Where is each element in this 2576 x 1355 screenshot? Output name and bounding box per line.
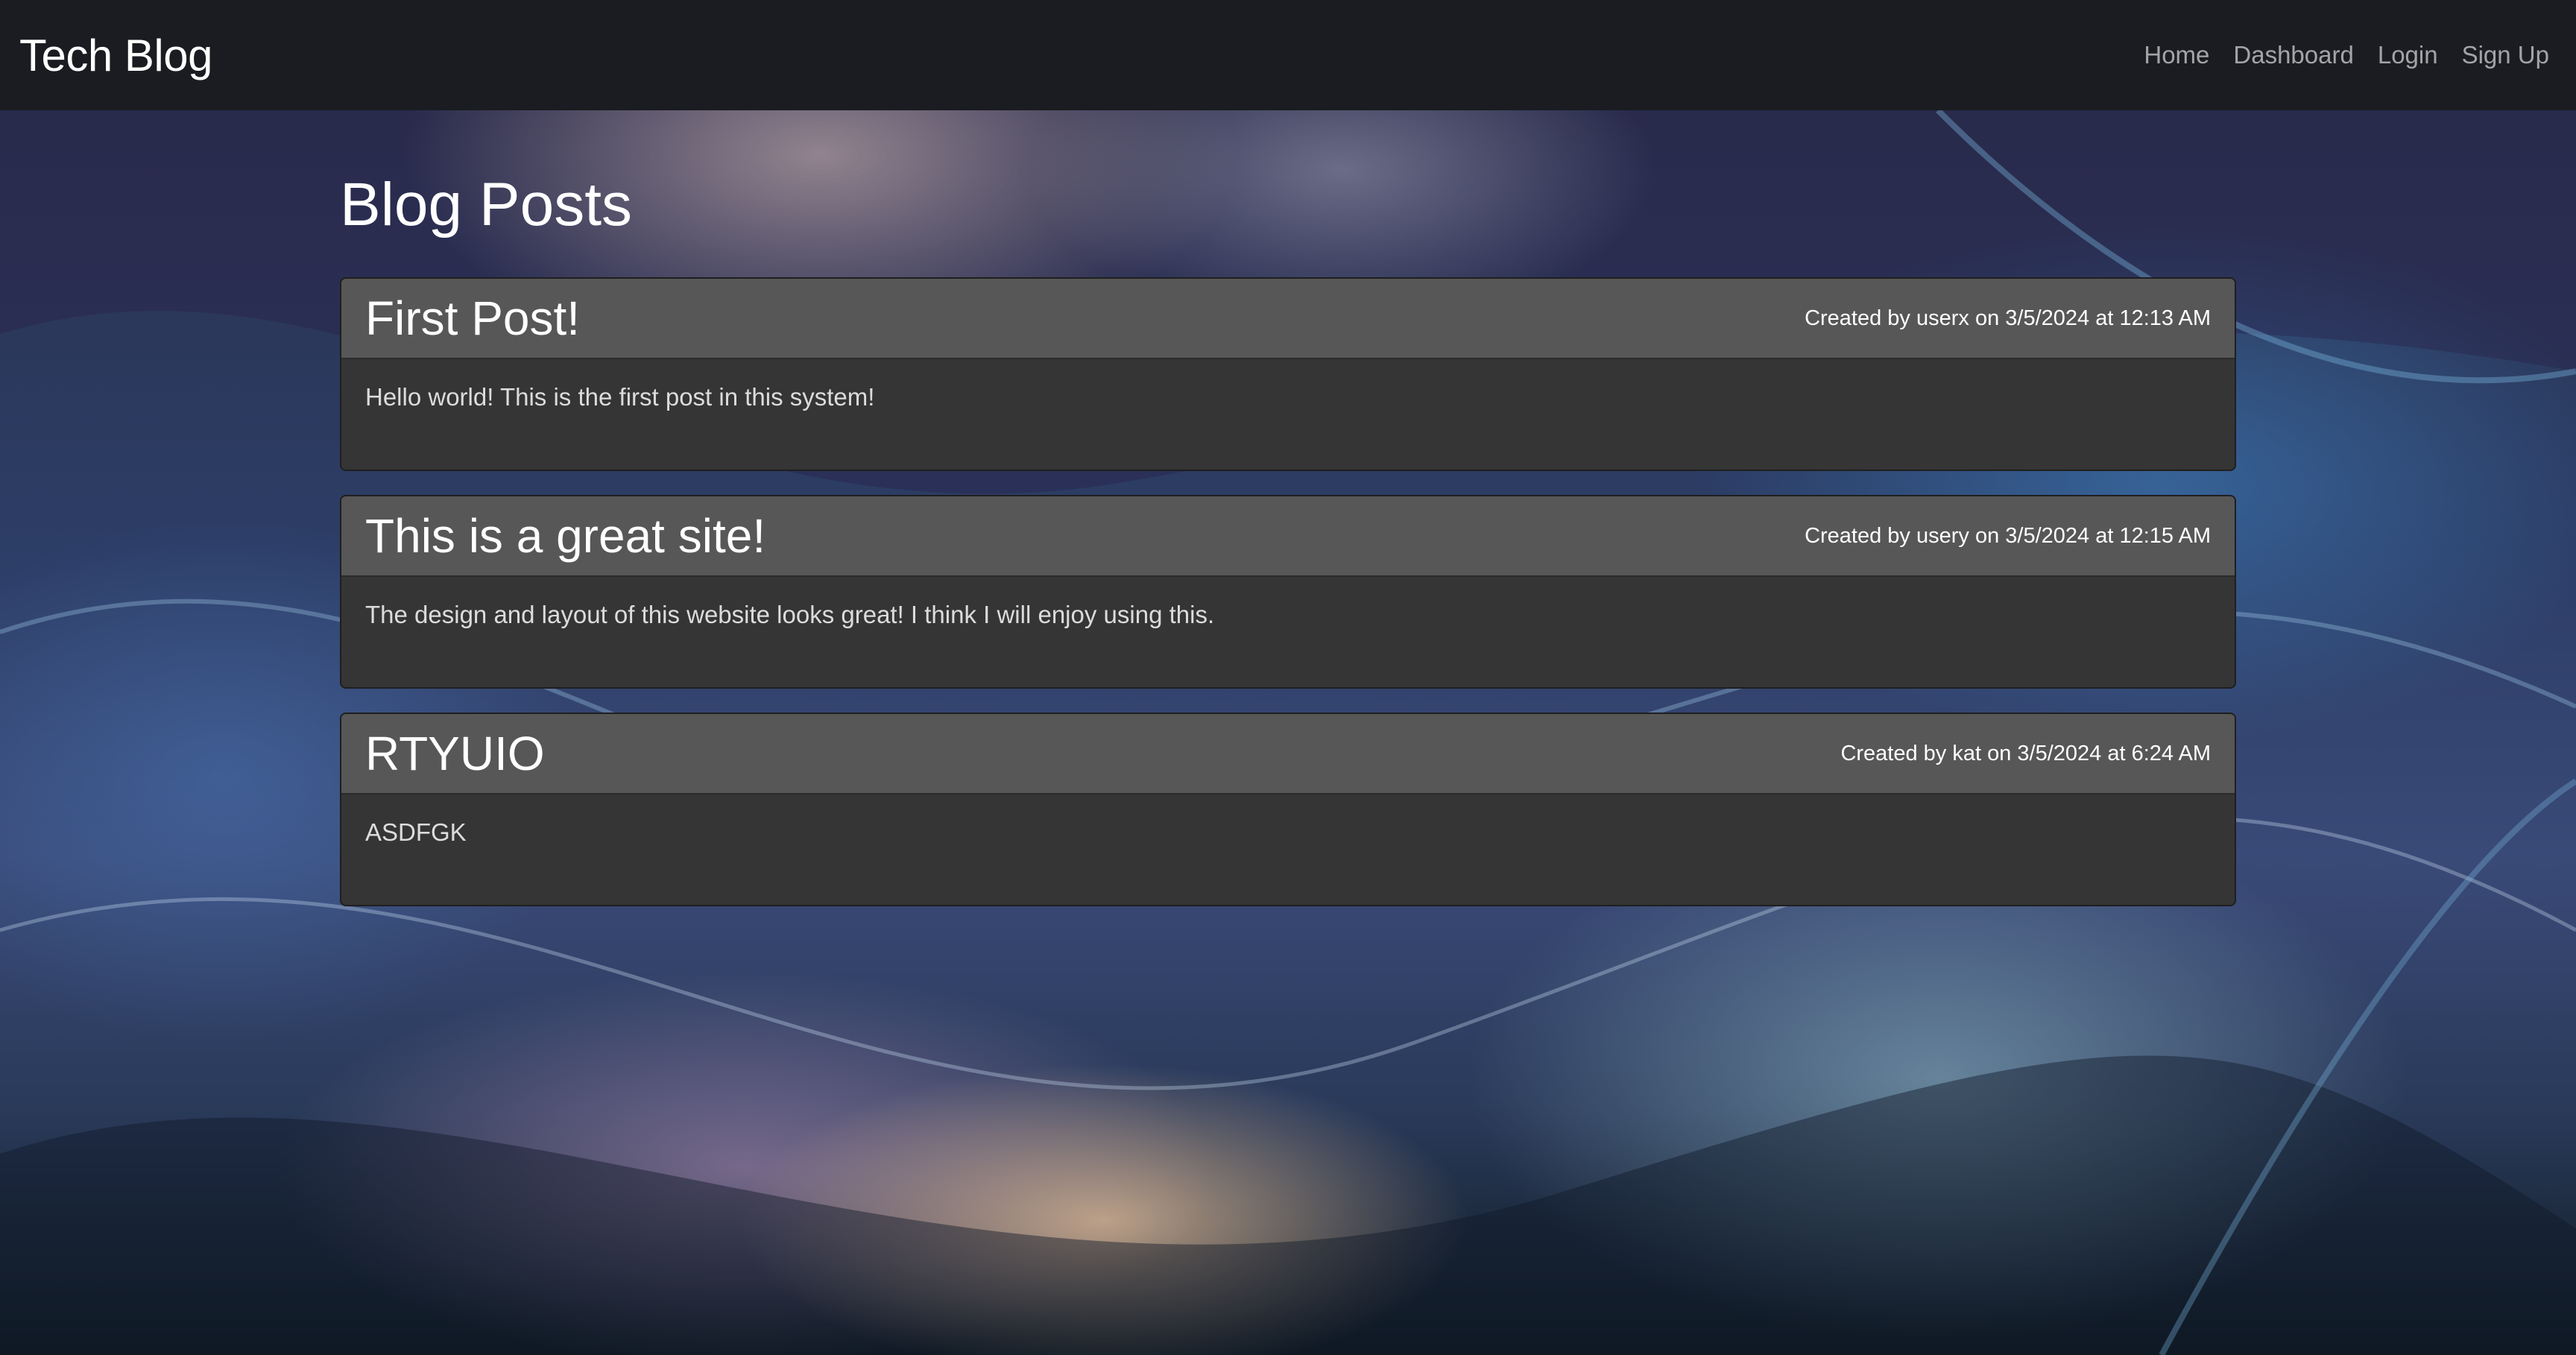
post-header: First Post! Created by userx on 3/5/2024…: [341, 279, 2235, 360]
nav-link-dashboard[interactable]: Dashboard: [2233, 41, 2353, 69]
post-body: ASDFGK: [365, 818, 467, 847]
post-meta: Created by userx on 3/5/2024 at 12:13 AM: [1805, 306, 2211, 330]
post-card[interactable]: First Post! Created by userx on 3/5/2024…: [340, 277, 2236, 472]
main-content: Blog Posts First Post! Created by userx …: [340, 171, 2236, 930]
nav-link-home[interactable]: Home: [2144, 41, 2209, 69]
nav-links: Home Dashboard Login Sign Up: [2144, 41, 2557, 69]
post-body: Hello world! This is the first post in t…: [365, 383, 875, 411]
post-title[interactable]: This is a great site!: [365, 508, 765, 563]
post-title[interactable]: First Post!: [365, 291, 580, 346]
nav-link-signup[interactable]: Sign Up: [2462, 41, 2549, 69]
post-body-container: The design and layout of this website lo…: [341, 577, 2235, 687]
post-title[interactable]: RTYUIO: [365, 726, 545, 781]
post-body-container: Hello world! This is the first post in t…: [341, 359, 2235, 470]
post-meta: Created by usery on 3/5/2024 at 12:15 AM: [1805, 523, 2211, 548]
post-body-container: ASDFGK: [341, 795, 2235, 905]
brand-link[interactable]: Tech Blog: [19, 30, 213, 81]
page-title: Blog Posts: [340, 171, 632, 239]
post-card[interactable]: RTYUIO Created by kat on 3/5/2024 at 6:2…: [340, 713, 2236, 907]
post-header: RTYUIO Created by kat on 3/5/2024 at 6:2…: [341, 714, 2235, 795]
navbar: Tech Blog Home Dashboard Login Sign Up: [0, 0, 2576, 110]
post-body: The design and layout of this website lo…: [365, 601, 1215, 629]
post-header: This is a great site! Created by usery o…: [341, 496, 2235, 578]
nav-link-login[interactable]: Login: [2378, 41, 2438, 69]
post-meta: Created by kat on 3/5/2024 at 6:24 AM: [1840, 741, 2211, 765]
post-card[interactable]: This is a great site! Created by usery o…: [340, 495, 2236, 689]
